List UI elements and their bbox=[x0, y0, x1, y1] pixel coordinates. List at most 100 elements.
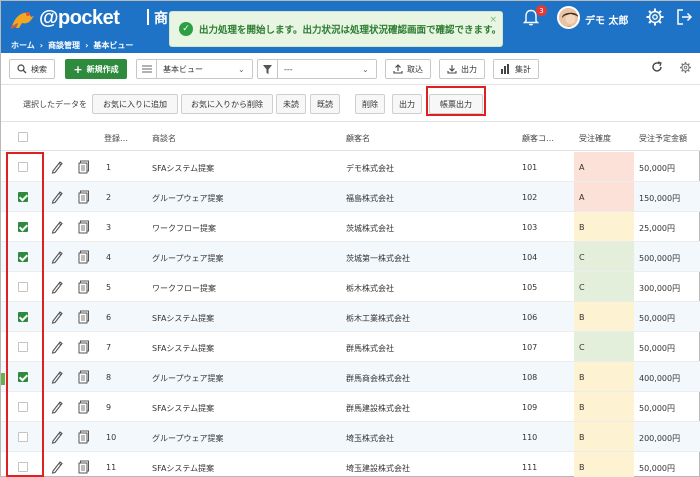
cell-deal[interactable]: SFAシステム提案 bbox=[152, 403, 214, 414]
pencil-icon[interactable] bbox=[51, 430, 63, 444]
view-select[interactable]: 基本ビュー ⌄ bbox=[136, 59, 253, 79]
document-icon[interactable] bbox=[78, 460, 90, 474]
pencil-icon[interactable] bbox=[51, 460, 63, 474]
cell-deal[interactable]: グループウェア提案 bbox=[152, 193, 224, 204]
mark-unread-button[interactable]: 未読 bbox=[276, 94, 306, 114]
refresh-icon[interactable] bbox=[651, 61, 663, 73]
cell-deal[interactable]: グループウェア提案 bbox=[152, 253, 224, 264]
avatar[interactable] bbox=[557, 6, 580, 29]
column-header-probability[interactable]: 受注確度 bbox=[579, 133, 611, 144]
bar-chart-icon bbox=[501, 64, 509, 74]
table-row[interactable]: 9 SFAシステム提案 群馬建設株式会社 109 B 50,000円 bbox=[1, 392, 700, 422]
cell-deal[interactable]: ワークフロー提案 bbox=[152, 223, 216, 234]
user-name[interactable]: デモ 太郎 bbox=[585, 12, 628, 27]
cell-amount: 300,000円 bbox=[639, 284, 681, 293]
document-icon[interactable] bbox=[78, 340, 90, 354]
document-icon[interactable] bbox=[78, 250, 90, 264]
table-row[interactable]: 5 ワークフロー提案 栃木株式会社 105 C 300,000円 bbox=[1, 272, 700, 302]
cell-deal[interactable]: ワークフロー提案 bbox=[152, 283, 216, 294]
pencil-icon[interactable] bbox=[51, 280, 63, 294]
pencil-icon[interactable] bbox=[51, 250, 63, 264]
output-button[interactable]: 出力 bbox=[392, 94, 422, 114]
document-icon[interactable] bbox=[78, 220, 90, 234]
column-header-amount[interactable]: 受注予定金額 bbox=[639, 133, 687, 144]
cell-probability: B bbox=[574, 392, 634, 421]
breadcrumb-deal-management[interactable]: 商談管理 bbox=[48, 40, 80, 51]
column-header-reg[interactable]: 登録… bbox=[104, 133, 128, 144]
table-row[interactable]: 4 グループウェア提案 茨城第一株式会社 104 C 500,000円 bbox=[1, 242, 700, 272]
cell-code: 106 bbox=[522, 313, 538, 322]
delete-button[interactable]: 削除 bbox=[355, 94, 385, 114]
document-icon[interactable] bbox=[78, 310, 90, 324]
cell-customer[interactable]: 栃木工業株式会社 bbox=[346, 313, 410, 324]
cell-code: 102 bbox=[522, 193, 538, 202]
app-logo[interactable]: @pocket bbox=[9, 7, 120, 30]
table-row[interactable]: 11 SFAシステム提案 埼玉建設株式会社 111 B 50,000円 bbox=[1, 452, 700, 477]
app-header: @pocket 商 ホーム › 商談管理 › 基本ビュー ✓ 出力処理を開始しま… bbox=[1, 1, 700, 53]
cell-customer[interactable]: 群馬株式会社 bbox=[346, 343, 394, 354]
cell-deal[interactable]: グループウェア提案 bbox=[152, 373, 224, 384]
cell-customer[interactable]: デモ株式会社 bbox=[346, 163, 394, 174]
pencil-icon[interactable] bbox=[51, 220, 63, 234]
cell-customer[interactable]: 埼玉建設株式会社 bbox=[346, 463, 410, 474]
cell-customer[interactable]: 埼玉株式会社 bbox=[346, 433, 394, 444]
export-button[interactable]: 出力 bbox=[439, 59, 485, 79]
list-icon bbox=[137, 60, 157, 78]
cell-deal[interactable]: SFAシステム提案 bbox=[152, 163, 214, 174]
logout-icon[interactable] bbox=[675, 7, 693, 27]
document-icon[interactable] bbox=[78, 280, 90, 294]
probability-value: B bbox=[579, 463, 585, 472]
cell-reg: 10 bbox=[106, 433, 117, 442]
mark-read-button[interactable]: 既読 bbox=[310, 94, 340, 114]
probability-value: B bbox=[579, 403, 585, 412]
table-row[interactable]: 1 SFAシステム提案 デモ株式会社 101 A 50,000円 bbox=[1, 152, 700, 182]
document-icon[interactable] bbox=[78, 370, 90, 384]
pencil-icon[interactable] bbox=[51, 370, 63, 384]
notification-badge: 3 bbox=[536, 5, 547, 16]
breadcrumb-basic-view: 基本ビュー bbox=[93, 41, 134, 50]
cell-customer[interactable]: 茨城株式会社 bbox=[346, 223, 394, 234]
import-button[interactable]: 取込 bbox=[385, 59, 431, 79]
remove-favorite-button[interactable]: お気に入りから削除 bbox=[181, 94, 273, 114]
table-row[interactable]: 8 グループウェア提案 群馬商会株式会社 108 B 400,000円 bbox=[1, 362, 700, 392]
filter-select[interactable]: --- ⌄ bbox=[257, 59, 377, 79]
cell-deal[interactable]: SFAシステム提案 bbox=[152, 343, 214, 354]
cell-deal[interactable]: SFAシステム提案 bbox=[152, 313, 214, 324]
search-button[interactable]: 検索 bbox=[9, 59, 55, 79]
column-header-customer[interactable]: 顧客名 bbox=[346, 133, 370, 144]
pencil-icon[interactable] bbox=[51, 190, 63, 204]
cell-customer[interactable]: 福島株式会社 bbox=[346, 193, 394, 204]
close-icon[interactable]: × bbox=[489, 15, 497, 25]
select-all-checkbox[interactable] bbox=[18, 132, 28, 142]
settings-icon[interactable] bbox=[679, 61, 692, 74]
cell-reg: 11 bbox=[106, 463, 117, 472]
table-row[interactable]: 2 グループウェア提案 福島株式会社 102 A 150,000円 bbox=[1, 182, 700, 212]
document-icon[interactable] bbox=[78, 160, 90, 174]
table-row[interactable]: 3 ワークフロー提案 茨城株式会社 103 B 25,000円 bbox=[1, 212, 700, 242]
gear-icon[interactable] bbox=[645, 7, 665, 27]
cell-deal[interactable]: SFAシステム提案 bbox=[152, 463, 214, 474]
aggregate-button[interactable]: 集計 bbox=[493, 59, 539, 79]
new-create-button[interactable]: + 新規作成 bbox=[65, 59, 127, 79]
pencil-icon[interactable] bbox=[51, 340, 63, 354]
pencil-icon[interactable] bbox=[51, 310, 63, 324]
toolbar: 検索 + 新規作成 基本ビュー ⌄ --- ⌄ 取込 出力 集計 bbox=[1, 53, 700, 85]
cell-deal[interactable]: グループウェア提案 bbox=[152, 433, 224, 444]
pencil-icon[interactable] bbox=[51, 160, 63, 174]
table-row[interactable]: 6 SFAシステム提案 栃木工業株式会社 106 B 50,000円 bbox=[1, 302, 700, 332]
cell-customer[interactable]: 群馬商会株式会社 bbox=[346, 373, 410, 384]
cell-customer[interactable]: 群馬建設株式会社 bbox=[346, 403, 410, 414]
column-header-code[interactable]: 顧客コ… bbox=[522, 133, 554, 144]
document-icon[interactable] bbox=[78, 430, 90, 444]
cell-customer[interactable]: 栃木株式会社 bbox=[346, 283, 394, 294]
chevron-down-icon: ⌄ bbox=[362, 64, 369, 74]
table-row[interactable]: 7 SFAシステム提案 群馬株式会社 107 C 50,000円 bbox=[1, 332, 700, 362]
pencil-icon[interactable] bbox=[51, 400, 63, 414]
column-header-deal[interactable]: 商談名 bbox=[152, 133, 176, 144]
document-icon[interactable] bbox=[78, 400, 90, 414]
breadcrumb-home[interactable]: ホーム bbox=[11, 40, 35, 51]
add-favorite-button[interactable]: お気に入りに追加 bbox=[92, 94, 178, 114]
document-icon[interactable] bbox=[78, 190, 90, 204]
table-row[interactable]: 10 グループウェア提案 埼玉株式会社 110 B 200,000円 bbox=[1, 422, 700, 452]
cell-customer[interactable]: 茨城第一株式会社 bbox=[346, 253, 410, 264]
